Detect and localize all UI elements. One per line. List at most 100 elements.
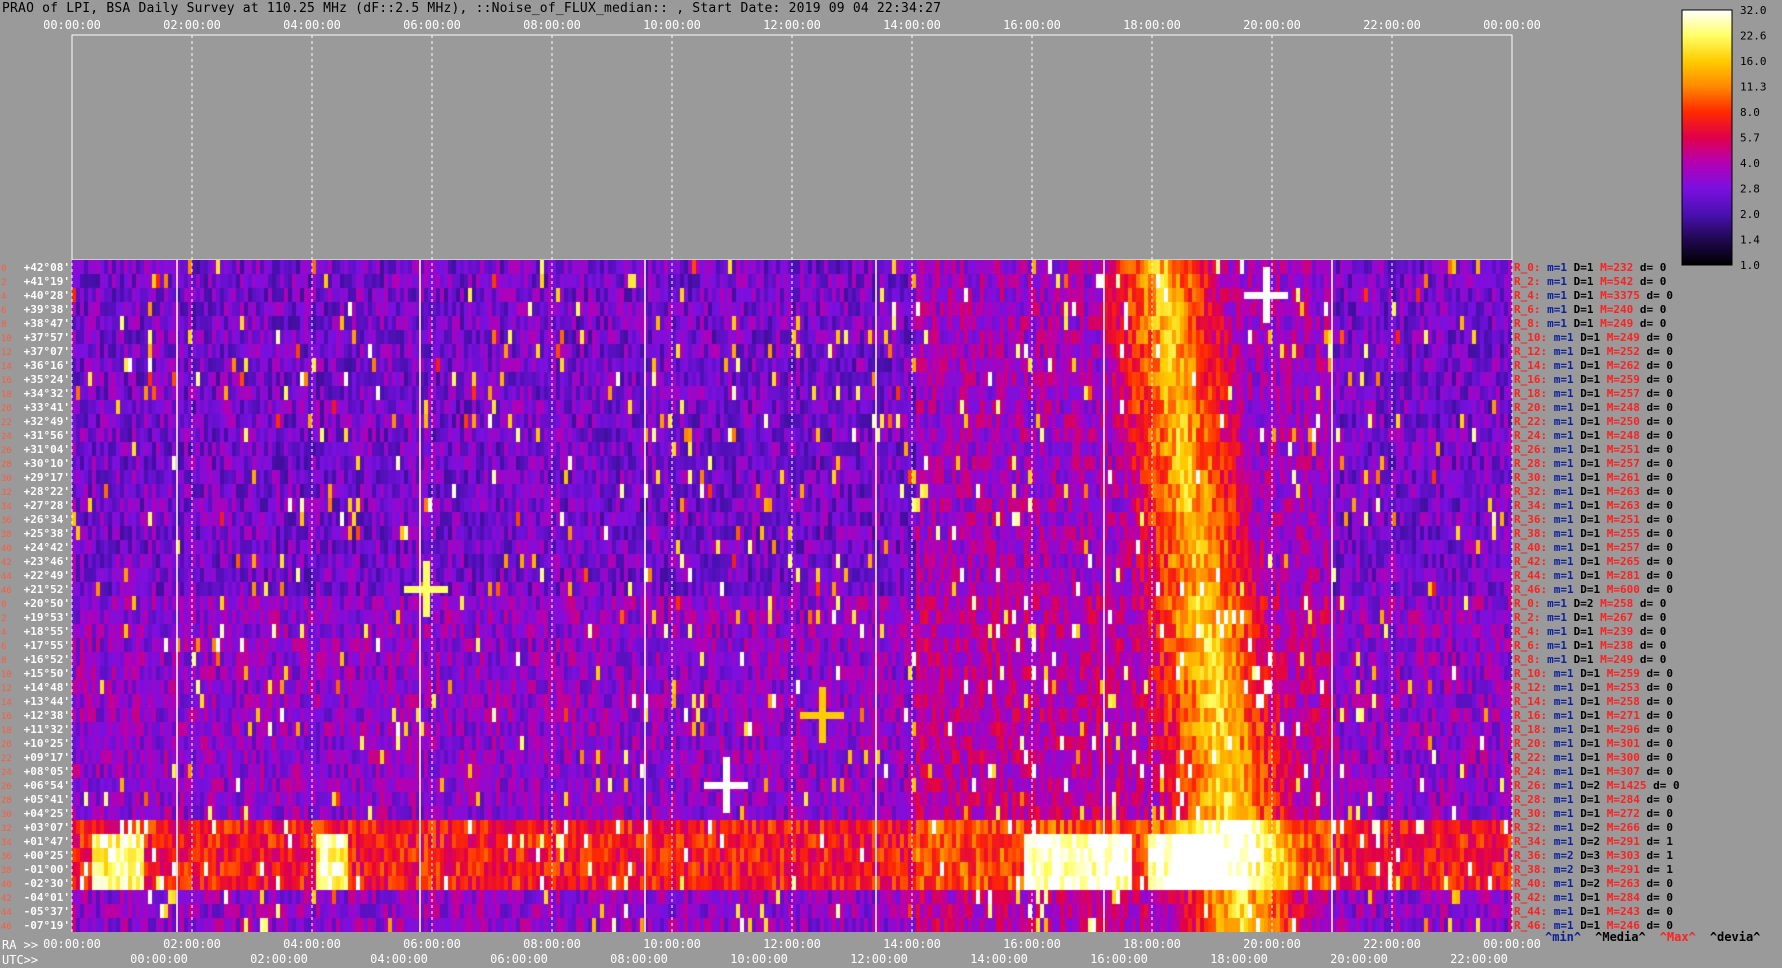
row-stat-part: D=1 — [1574, 485, 1601, 498]
colorbar-tick-label: 2.8 — [1740, 183, 1760, 196]
row-stat-part: m=1 — [1547, 415, 1574, 428]
row-stat-part: m=1 — [1541, 289, 1568, 302]
row-stat-part: M=284 — [1600, 891, 1640, 904]
row-stat-part: m=2 — [1547, 849, 1574, 862]
row-stat-part: D=1 — [1574, 583, 1601, 596]
row-stat-part: d= 0 — [1640, 401, 1673, 414]
row-stat-part: d= 1 — [1640, 835, 1673, 848]
row-stat-part: M=263 — [1600, 485, 1640, 498]
row-index-label: 6 — [1, 642, 6, 652]
row-stat-part: m=1 — [1547, 429, 1574, 442]
row-stat-part: m=1 — [1541, 275, 1568, 288]
row-stat-part: R_46: — [1514, 919, 1547, 932]
row-index-label: 20 — [1, 404, 12, 414]
row-stat-part: R_40: — [1514, 877, 1547, 890]
row-stat-part: m=2 — [1547, 863, 1574, 876]
row-stat-part: D=1 — [1567, 275, 1594, 288]
row-stat-part: R_32: — [1514, 485, 1547, 498]
row-stat-part: R_10: — [1514, 667, 1547, 680]
row-stat-part: D=1 — [1574, 807, 1601, 820]
declination-label: +11°32' — [24, 723, 70, 736]
declination-label: +31°04' — [24, 443, 70, 456]
row-stat-part: D=1 — [1567, 303, 1594, 316]
row-index-label: 4 — [1, 292, 6, 302]
row-stat-part: d= 0 — [1640, 513, 1673, 526]
row-index-label: 28 — [1, 460, 12, 470]
row-index-label: 22 — [1, 418, 12, 428]
row-stat-part: R_38: — [1514, 527, 1547, 540]
row-stat-part: d= 0 — [1640, 877, 1673, 890]
row-stat-part: M=252 — [1600, 345, 1640, 358]
ra-tick-label: 02:00:00 — [163, 937, 221, 951]
row-stat-part: R_18: — [1514, 723, 1547, 736]
stats-legend-item: ^min^ — [1545, 930, 1582, 944]
row-stat-part: m=1 — [1547, 345, 1574, 358]
row-stat-part: m=1 — [1547, 373, 1574, 386]
row-stat-part: D=1 — [1567, 261, 1594, 274]
row-stat-part: R_10: — [1514, 331, 1547, 344]
row-stat-part: d= 0 — [1640, 569, 1673, 582]
row-stat-part: d= 0 — [1640, 429, 1673, 442]
row-stat-part: R_42: — [1514, 555, 1547, 568]
utc-tick-label: 00:00:00 — [130, 952, 188, 966]
row-stat: R_44: m=1 D=1 M=281 d= 0 — [1514, 569, 1673, 582]
row-stat-part: M=257 — [1600, 387, 1640, 400]
row-stat-part: D=1 — [1567, 639, 1594, 652]
row-stat: R_6: m=1 D=1 M=238 d= 0 — [1514, 639, 1666, 652]
row-index-label: 36 — [1, 516, 12, 526]
row-stat: R_40: m=1 D=2 M=263 d= 0 — [1514, 877, 1673, 890]
row-stat-part: M=307 — [1600, 765, 1640, 778]
declination-label: +38°47' — [24, 317, 70, 330]
utc-tick-label: 08:00:00 — [610, 952, 668, 966]
row-index-label: 14 — [1, 698, 12, 708]
declination-label: +06°54' — [24, 779, 70, 792]
row-stat-part: R_20: — [1514, 737, 1547, 750]
row-stat: R_28: m=1 D=1 M=257 d= 0 — [1514, 457, 1673, 470]
row-index-label: 42 — [1, 558, 12, 568]
row-stat-part: R_8: — [1514, 317, 1541, 330]
row-stat-part: M=259 — [1600, 373, 1640, 386]
row-index-label: 44 — [1, 908, 12, 918]
row-stat-part: d= 0 — [1640, 723, 1673, 736]
row-stat-part: m=1 — [1547, 807, 1574, 820]
ra-tick-label: 16:00:00 — [1003, 937, 1061, 951]
utc-tick-label: 10:00:00 — [730, 952, 788, 966]
declination-label: +28°22' — [24, 485, 70, 498]
row-stat-part: M=249 — [1594, 653, 1634, 666]
row-stat-part: M=251 — [1600, 443, 1640, 456]
row-stat-part: m=1 — [1547, 765, 1574, 778]
declination-label: +12°38' — [24, 709, 70, 722]
declination-label: +10°25' — [24, 737, 70, 750]
declination-label: +29°17' — [24, 471, 70, 484]
row-index-label: 32 — [1, 824, 12, 834]
row-stat-part: R_34: — [1514, 835, 1547, 848]
row-stat-part: d= 0 — [1640, 345, 1673, 358]
declination-label: +09°17' — [24, 751, 70, 764]
row-stat-part: D=1 — [1574, 695, 1601, 708]
row-stat-part: m=1 — [1547, 471, 1574, 484]
utc-axis-ticks: 00:00:00 02:00:00 04:00:00 06:00:00 08:00:00… — [130, 952, 1508, 966]
row-stat-part: m=1 — [1547, 667, 1574, 680]
utc-tick-label: 06:00:00 — [490, 952, 548, 966]
utc-axis-label: UTC>> — [2, 953, 39, 967]
colorbar-tick-label: 2.0 — [1740, 208, 1760, 221]
row-stat: R_16: m=1 D=1 M=259 d= 0 — [1514, 373, 1673, 386]
row-stat-part: D=1 — [1567, 317, 1594, 330]
row-stat: R_38: m=1 D=1 M=255 d= 0 — [1514, 527, 1673, 540]
row-stat-part: R_24: — [1514, 765, 1547, 778]
ra-axis-label: RA >> — [2, 938, 39, 952]
row-stat-part: d= 0 — [1640, 331, 1673, 344]
top-tick-label: 14:00:00 — [883, 18, 941, 32]
row-stat-part: d= 0 — [1633, 653, 1666, 666]
ra-tick-label: 18:00:00 — [1123, 937, 1181, 951]
row-stat-part: M=251 — [1600, 513, 1640, 526]
declination-label: +04°25' — [24, 807, 70, 820]
declination-label: +03°07' — [24, 821, 70, 834]
row-stat: R_36: m=1 D=1 M=251 d= 0 — [1514, 513, 1673, 526]
ra-tick-label: 22:00:00 — [1363, 937, 1421, 951]
row-stat-part: d= 0 — [1640, 807, 1673, 820]
row-stat-part: d= 0 — [1640, 681, 1673, 694]
row-stat-part: m=1 — [1547, 513, 1574, 526]
top-tick-label: 10:00:00 — [643, 18, 701, 32]
row-stat-part: D=1 — [1574, 667, 1601, 680]
